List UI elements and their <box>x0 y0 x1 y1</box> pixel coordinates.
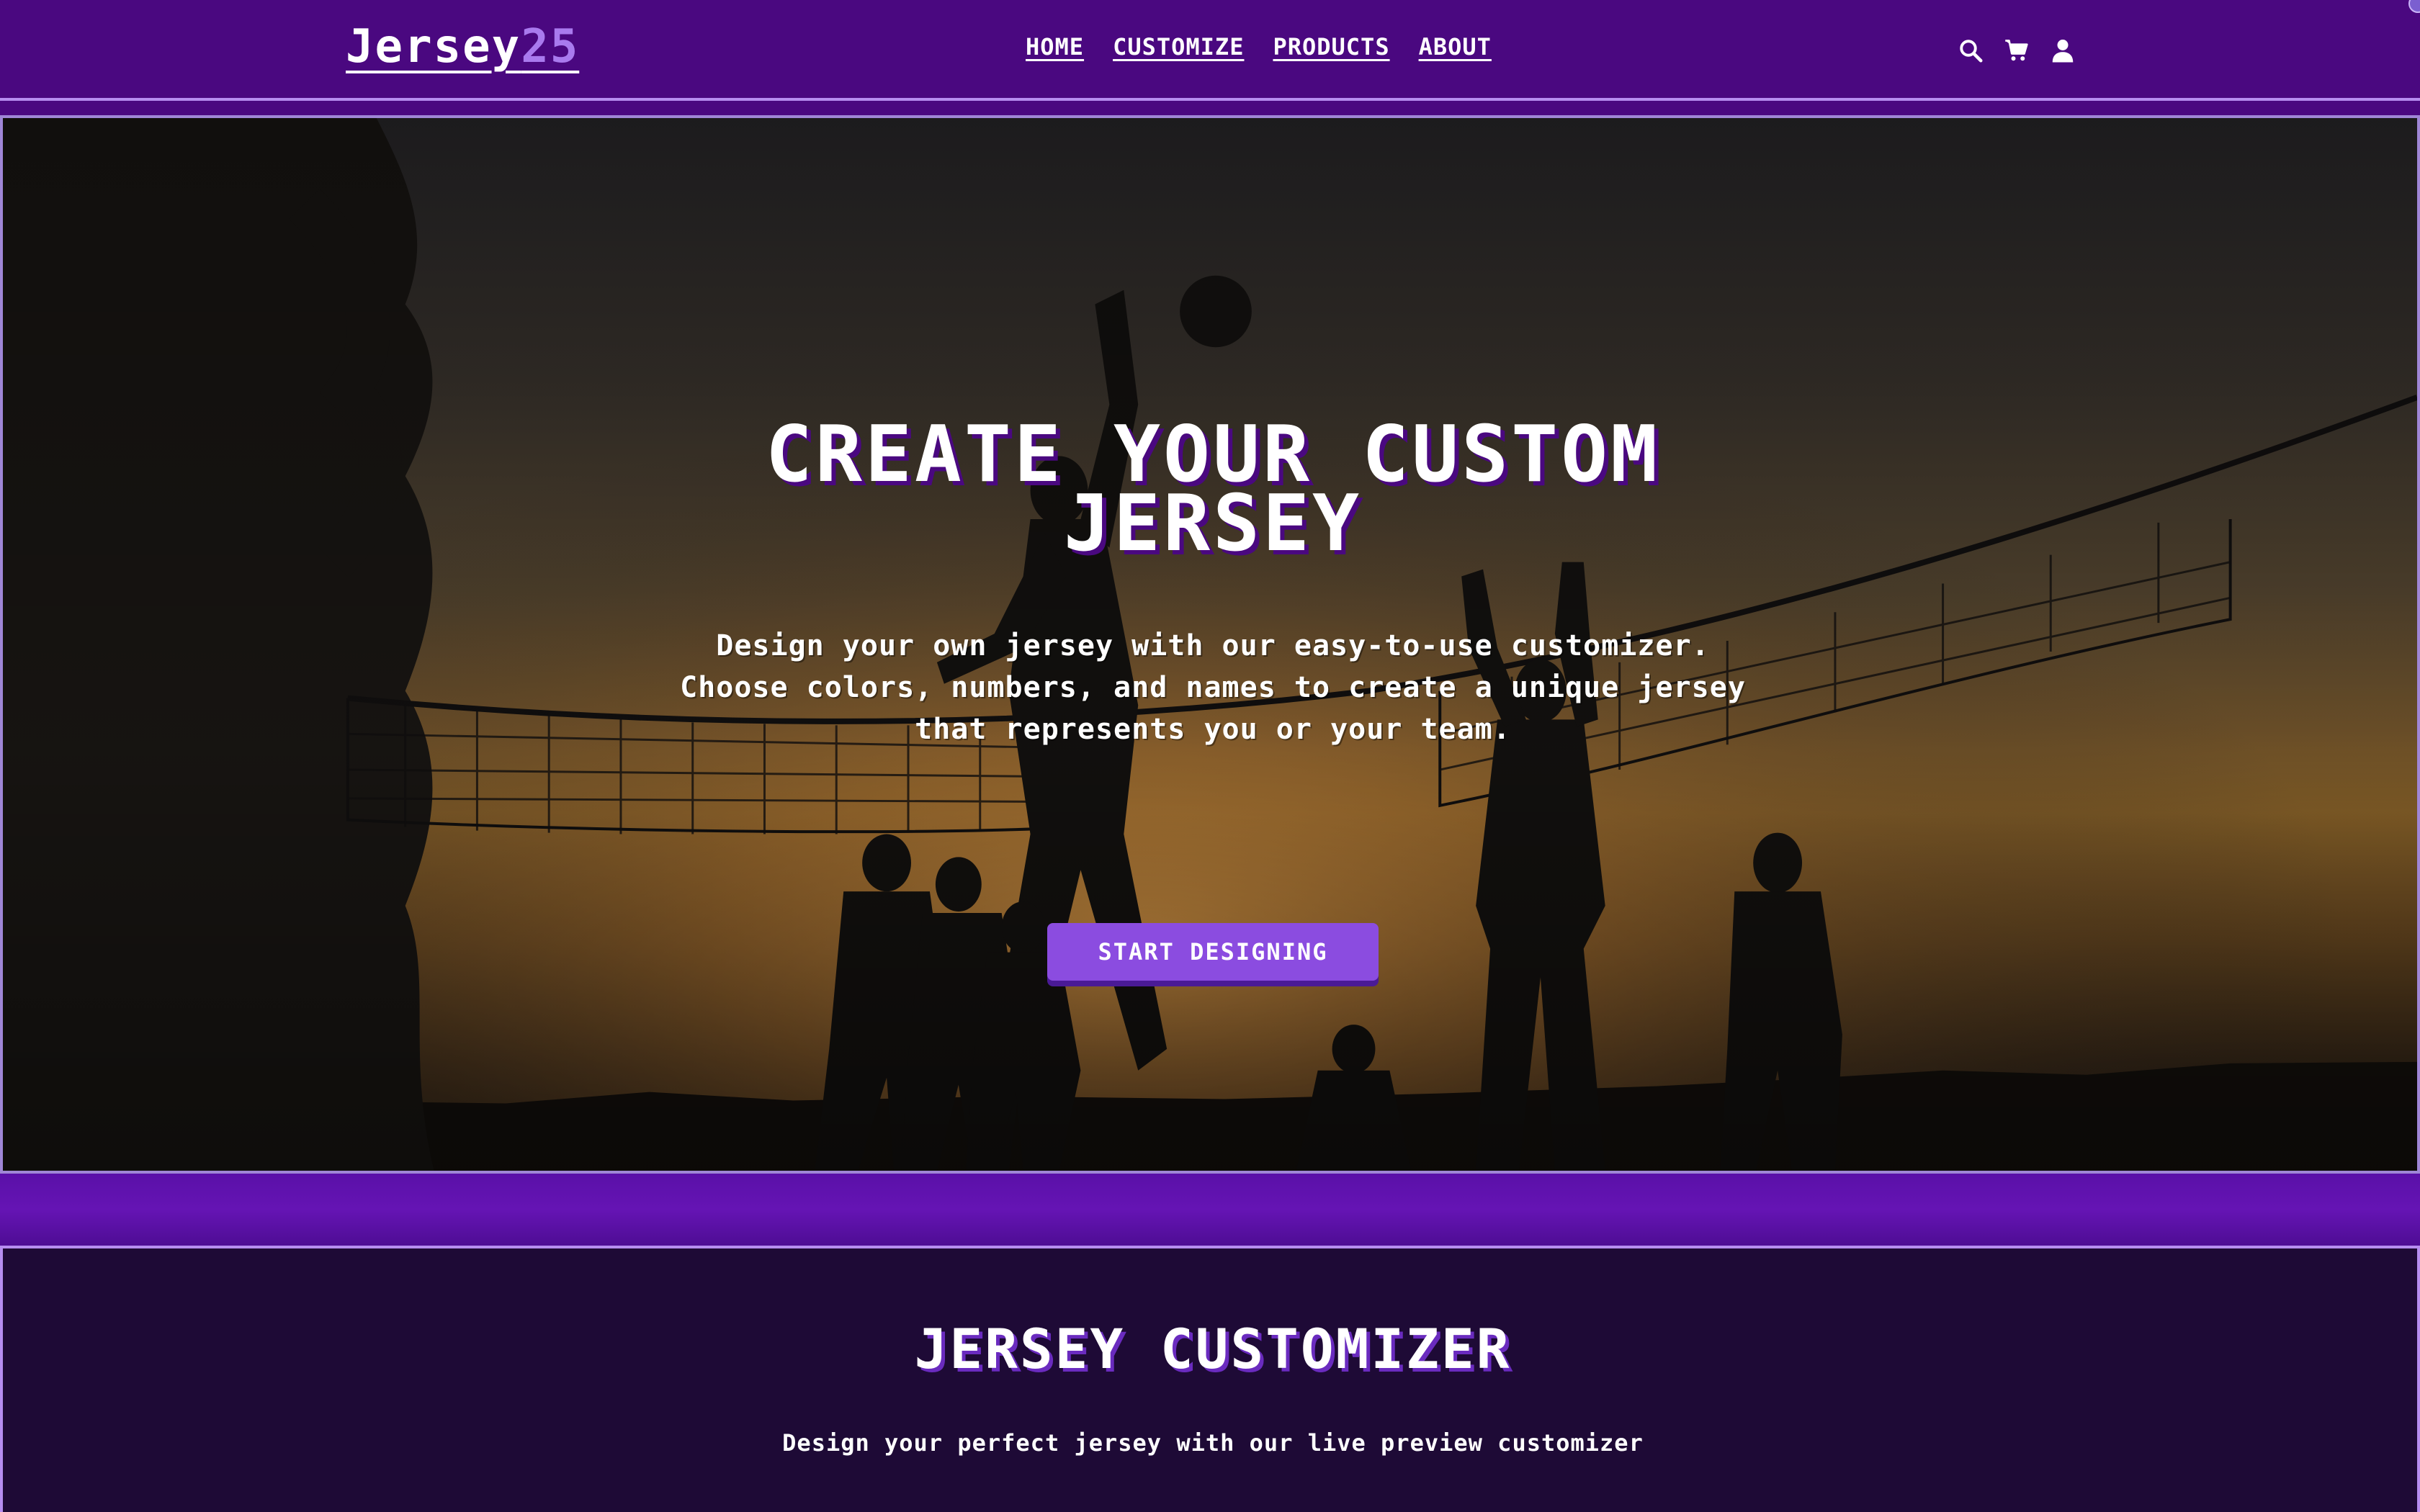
nav-link-customize[interactable]: CUSTOMIZE <box>1113 33 1244 60</box>
navbar: Jersey25 HOME CUSTOMIZE PRODUCTS ABOUT <box>0 0 2420 101</box>
cart-icon[interactable] <box>2004 37 2030 63</box>
customizer-section: JERSEY CUSTOMIZER Design your perfect je… <box>0 1246 2420 1512</box>
nav-links: HOME CUSTOMIZE PRODUCTS ABOUT <box>1026 33 1492 60</box>
hero-section: CREATE YOUR CUSTOM JERSEY Design your ow… <box>0 115 2420 1174</box>
corner-badge[interactable] <box>2408 0 2420 13</box>
nav-link-products[interactable]: PRODUCTS <box>1273 33 1389 60</box>
user-icon[interactable] <box>2050 37 2076 63</box>
nav-link-about[interactable]: ABOUT <box>1419 33 1492 60</box>
hero-title: CREATE YOUR CUSTOM JERSEY <box>765 410 1661 569</box>
logo-accent-text: 25 <box>521 20 580 73</box>
start-designing-button[interactable]: START DESIGNING <box>1047 923 1379 981</box>
logo[interactable]: Jersey25 <box>346 22 579 72</box>
section-divider-strip <box>0 1174 2420 1246</box>
hero-description: Design your own jersey with our easy-to-… <box>680 629 1746 746</box>
customizer-title: JERSEY CUSTOMIZER <box>914 1317 1512 1381</box>
customizer-subtitle: Design your perfect jersey with our live… <box>782 1429 1644 1457</box>
nav-link-home[interactable]: HOME <box>1026 33 1084 60</box>
nav-icons <box>1958 37 2076 63</box>
search-icon[interactable] <box>1958 37 1984 63</box>
logo-text: Jersey <box>346 20 521 73</box>
